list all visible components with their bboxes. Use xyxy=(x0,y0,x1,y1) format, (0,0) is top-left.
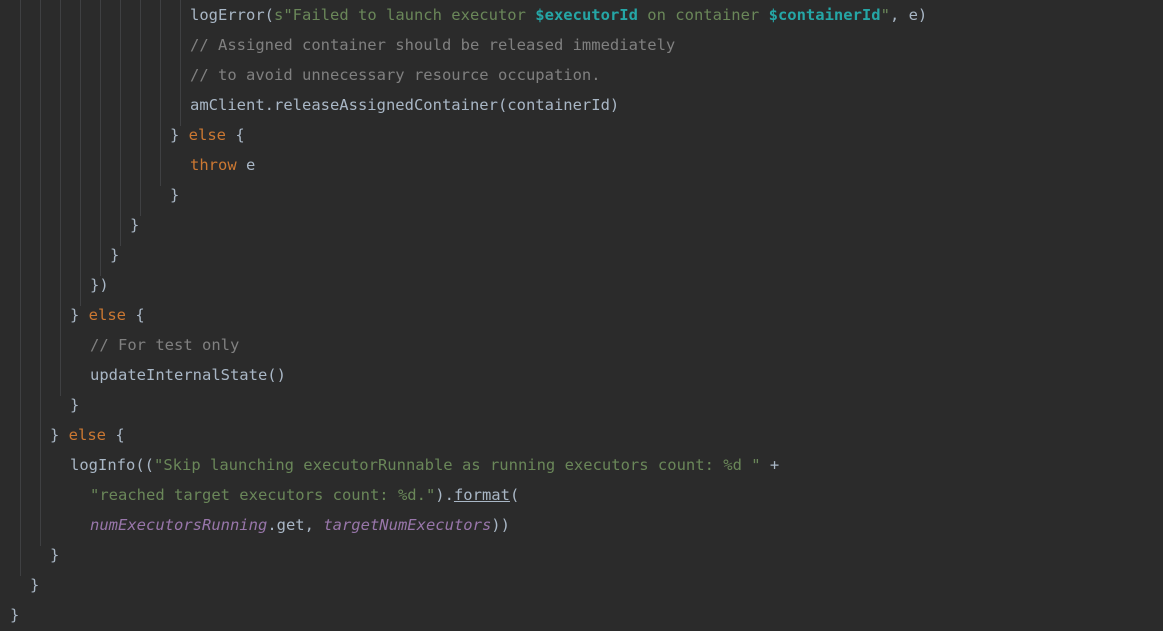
code-token-plain: )) xyxy=(491,516,510,534)
code-token-plain: ). xyxy=(435,486,454,504)
code-token-plain: logInfo(( xyxy=(70,456,154,474)
code-token-brace: } xyxy=(50,426,69,444)
code-line[interactable]: throw e xyxy=(0,150,1163,180)
code-token-method-u: format xyxy=(453,486,510,504)
code-token-plain: , e) xyxy=(889,6,928,24)
code-token-kw: else xyxy=(68,426,106,444)
code-token-brace: { xyxy=(126,306,145,324)
code-line[interactable]: } xyxy=(0,390,1163,420)
code-token-brace: } xyxy=(70,306,89,324)
code-token-kw: else xyxy=(88,306,126,324)
code-token-interp: $containerId xyxy=(768,6,881,24)
code-line[interactable]: } xyxy=(0,240,1163,270)
code-token-str: on container xyxy=(637,6,769,24)
code-token-cmt: // to avoid unnecessary resource occupat… xyxy=(190,66,601,84)
code-line[interactable]: numExecutorsRunning.get, targetNumExecut… xyxy=(0,510,1163,540)
code-token-kw: else xyxy=(188,126,226,144)
code-token-brace: } xyxy=(30,576,40,594)
code-token-cmt: // Assigned container should be released… xyxy=(190,36,676,54)
code-token-plain: + xyxy=(760,456,780,474)
code-token-field: targetNumExecutors xyxy=(323,516,492,534)
code-token-brace: } xyxy=(170,126,189,144)
code-line[interactable]: } xyxy=(0,600,1163,630)
code-line[interactable]: } else { xyxy=(0,120,1163,150)
code-line[interactable]: } xyxy=(0,570,1163,600)
code-line[interactable]: } xyxy=(0,180,1163,210)
code-content[interactable]: logError(s"Failed to launch executor $ex… xyxy=(0,0,1163,630)
code-token-brace: } xyxy=(170,186,180,204)
code-line[interactable]: logError(s"Failed to launch executor $ex… xyxy=(0,0,1163,30)
code-token-brace: } xyxy=(130,216,140,234)
code-line[interactable]: }) xyxy=(0,270,1163,300)
code-token-plain: e xyxy=(236,156,256,174)
code-line[interactable]: } xyxy=(0,540,1163,570)
code-token-brace: } xyxy=(10,606,20,624)
code-token-str: " xyxy=(880,6,890,24)
code-token-brace: }) xyxy=(90,276,109,294)
code-line[interactable]: updateInternalState() xyxy=(0,360,1163,390)
code-token-plain: logError( xyxy=(190,6,274,24)
code-token-plain: updateInternalState() xyxy=(90,366,286,384)
code-token-interp: $executorId xyxy=(535,6,638,24)
code-token-brace: { xyxy=(106,426,125,444)
code-token-brace: { xyxy=(226,126,245,144)
code-token-plain: amClient.releaseAssignedContainer(contai… xyxy=(190,96,620,114)
code-line[interactable]: "reached target executors count: %d.").f… xyxy=(0,480,1163,510)
code-line[interactable]: logInfo(("Skip launching executorRunnabl… xyxy=(0,450,1163,480)
code-line[interactable]: } else { xyxy=(0,420,1163,450)
code-token-brace: } xyxy=(50,546,60,564)
code-line[interactable]: amClient.releaseAssignedContainer(contai… xyxy=(0,90,1163,120)
code-token-str: "Skip launching executorRunnable as runn… xyxy=(154,456,761,474)
code-token-str: s"Failed to launch executor xyxy=(274,6,536,24)
code-line[interactable]: // Assigned container should be released… xyxy=(0,30,1163,60)
code-line[interactable]: // For test only xyxy=(0,330,1163,360)
code-token-plain: ( xyxy=(509,486,520,504)
code-editor[interactable]: logError(s"Failed to launch executor $ex… xyxy=(0,0,1163,631)
code-line[interactable]: } xyxy=(0,210,1163,240)
code-token-kw: throw xyxy=(190,156,237,174)
code-token-brace: } xyxy=(70,396,80,414)
code-line[interactable]: } else { xyxy=(0,300,1163,330)
code-token-cmt: // For test only xyxy=(90,336,240,354)
code-token-plain: .get, xyxy=(267,516,324,534)
code-token-field: numExecutorsRunning xyxy=(90,516,268,534)
code-line[interactable]: // to avoid unnecessary resource occupat… xyxy=(0,60,1163,90)
code-token-str: "reached target executors count: %d." xyxy=(90,486,436,504)
code-token-brace: } xyxy=(110,246,120,264)
